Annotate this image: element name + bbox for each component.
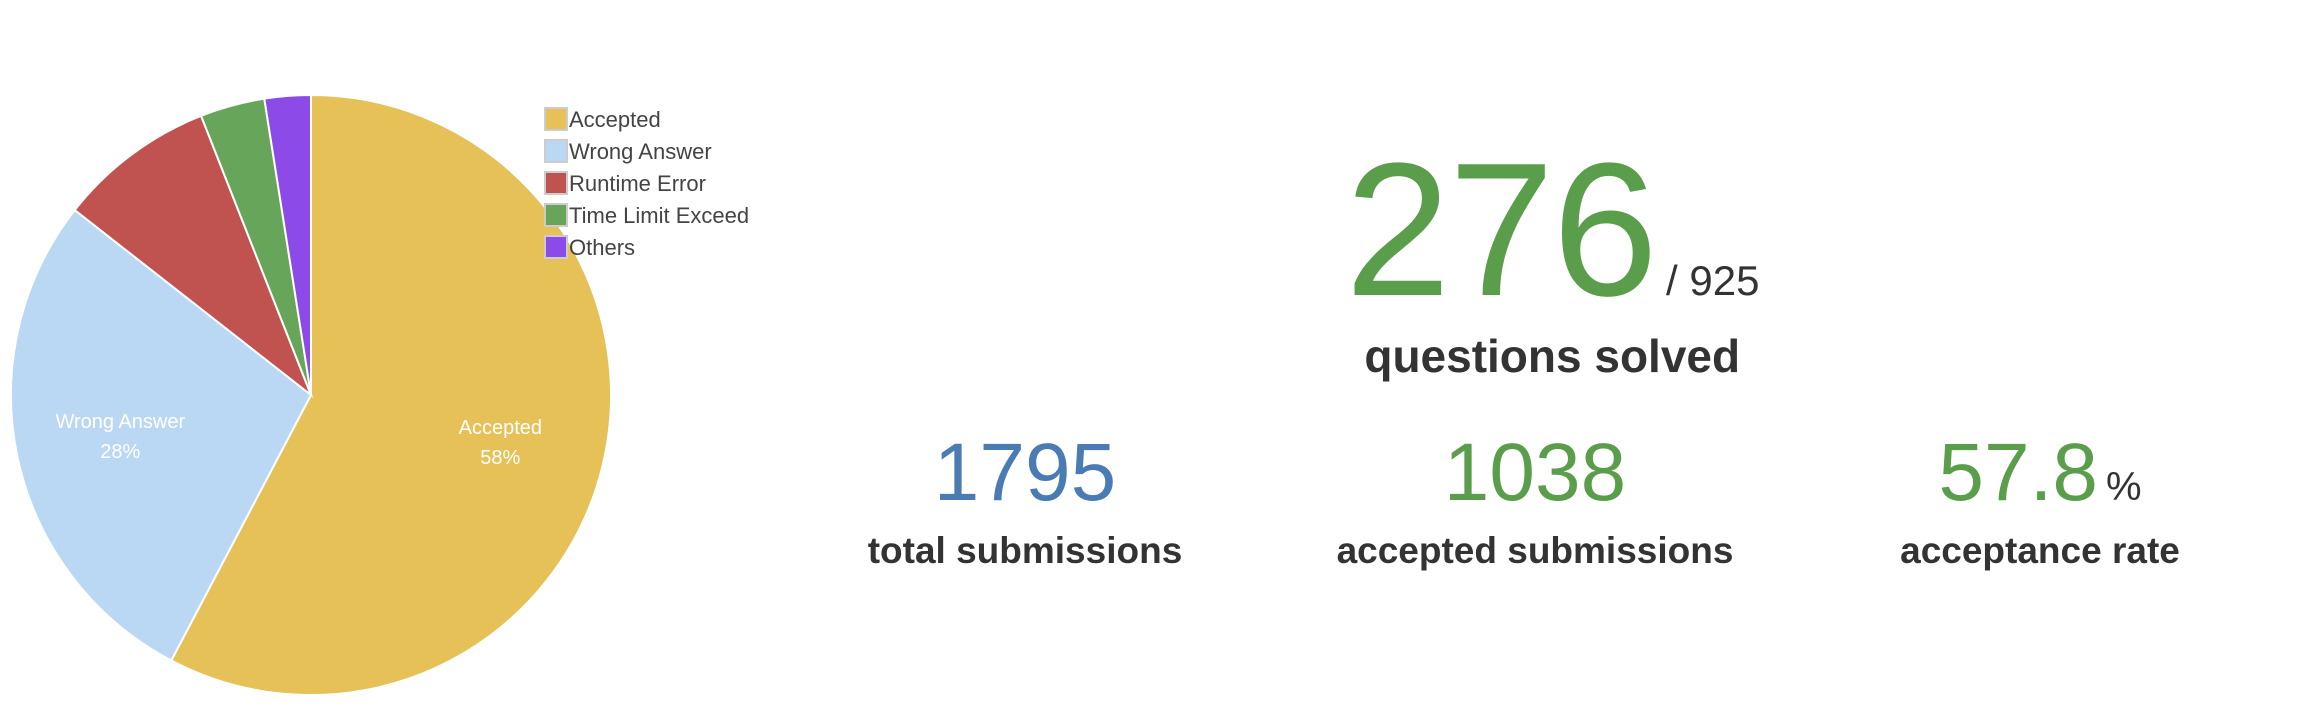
submissions-count: 1795 — [933, 427, 1117, 518]
pie-label-percent: 28% — [100, 441, 140, 463]
legend-swatch — [544, 139, 568, 163]
pie-label-percent: 58% — [480, 447, 520, 469]
total-questions: / 925 — [1666, 257, 1760, 304]
solved-label: questions solved — [1364, 330, 1741, 382]
accepted-label: accepted submissions — [1336, 530, 1734, 571]
legend-swatch — [544, 235, 568, 259]
pie-label-name: Wrong Answer — [55, 411, 185, 433]
pie-label-name: Accepted — [459, 417, 542, 439]
legend-swatch — [544, 171, 568, 195]
rate-label: acceptance rate — [1900, 530, 2180, 571]
rate-value: 57.8 — [1938, 427, 2099, 518]
legend-label: Time Limit Exceed — [569, 203, 749, 228]
legend-label: Others — [569, 235, 635, 260]
legend-swatch — [544, 107, 568, 131]
legend-swatch — [544, 203, 568, 227]
accepted-count: 1038 — [1443, 427, 1627, 518]
legend-label: Runtime Error — [569, 171, 706, 196]
accepted-submissions-stat: 1038 accepted submissions — [1285, 427, 1785, 571]
total-submissions-stat: 1795 total submissions — [775, 427, 1275, 571]
questions-solved-stat: 276/ 925 questions solved — [1345, 135, 1759, 379]
rate-unit: % — [2106, 465, 2142, 509]
legend-label: Accepted — [569, 107, 661, 132]
submissions-label: total submissions — [867, 530, 1183, 571]
acceptance-rate-stat: 57.8% acceptance rate — [1790, 432, 2290, 571]
solved-count: 276 — [1345, 124, 1658, 336]
legend-label: Wrong Answer — [569, 139, 712, 164]
submission-pie-chart: Accepted 58% Wrong Answer 28% Accepted Wrong … — [10, 93, 749, 696]
